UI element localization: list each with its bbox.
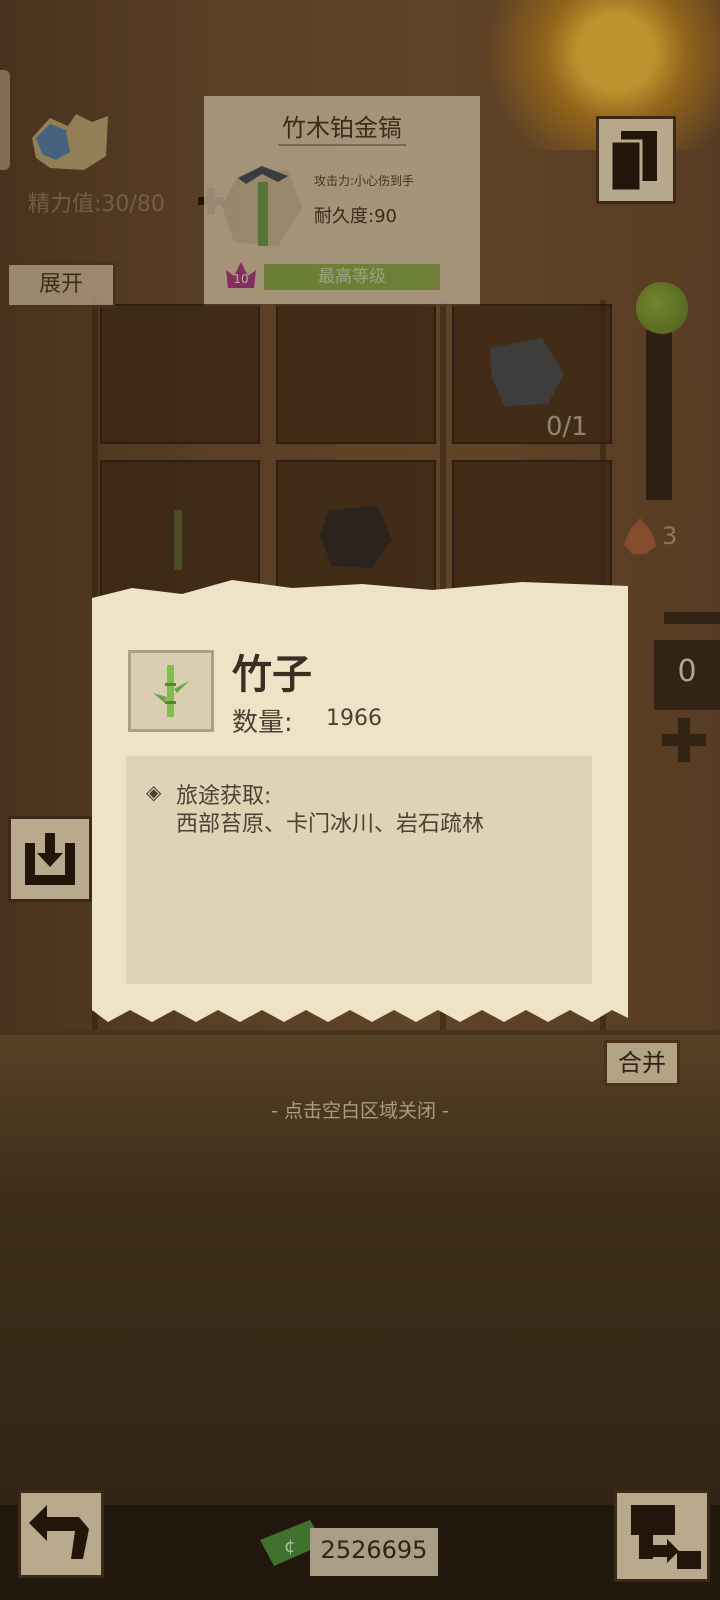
diamond-icon: ◈ [146, 780, 162, 804]
quantity-count: 1966 [326, 706, 382, 731]
source-places: 西部苔原、卡门冰川、岩石疏林 [176, 812, 485, 837]
item-thumbnail [128, 650, 214, 732]
item-title: 竹子 [232, 652, 312, 698]
bamboo-icon [153, 665, 189, 717]
quantity-label: 数量: [232, 708, 293, 738]
